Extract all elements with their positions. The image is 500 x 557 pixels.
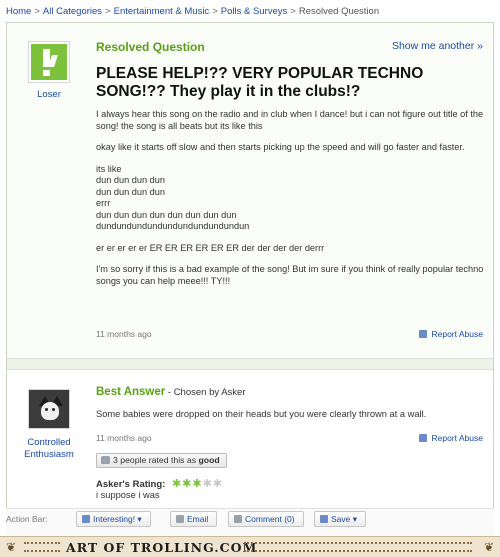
star-filled-icon: ✱ xyxy=(182,478,193,490)
chosen-by-label: - Chosen by Asker xyxy=(165,387,246,398)
rated-good-button[interactable]: 3 people rated this as good xyxy=(96,453,227,468)
rated-value: good xyxy=(198,455,220,465)
rating-comment: i suppose i was xyxy=(96,490,160,500)
report-abuse-label: Report Abuse xyxy=(431,433,483,443)
scroll-ornament-icon: ❦ xyxy=(6,540,17,554)
question-line: dundundundundundundundundundun xyxy=(96,221,250,231)
question-line: dun dun dun dun xyxy=(96,175,165,185)
interesting-label: Interesting! xyxy=(93,514,136,524)
question-section: Loser Resolved Question Show me another … xyxy=(7,23,493,358)
star-empty-icon: ✱ xyxy=(202,478,213,490)
breadcrumb-polls-link[interactable]: Polls & Surveys xyxy=(221,6,288,17)
chevron-down-icon: ▾ xyxy=(135,514,142,524)
breadcrumb-separator: > xyxy=(105,6,111,17)
rating-label: Asker's Rating: xyxy=(96,479,166,490)
question-line: errr xyxy=(96,198,111,208)
loser-logo-icon xyxy=(31,44,67,80)
action-bar-row: Action Bar: Interesting! ▾ Email Comment… xyxy=(6,508,494,538)
star-filled-icon: ✱ xyxy=(171,478,183,490)
question-paragraph: I always hear this song on the radio and… xyxy=(96,109,484,131)
best-answer-heading: Best Answer - Chosen by Asker xyxy=(96,386,246,398)
comment-icon xyxy=(234,515,242,523)
answer-timestamp: 11 months ago xyxy=(96,433,152,443)
thumbs-up-icon xyxy=(82,515,90,523)
answerer-name-line: Controlled xyxy=(27,437,71,448)
ornament-divider xyxy=(244,542,472,552)
breadcrumb-home-link[interactable]: Home xyxy=(6,6,31,17)
rating-stars: ✱✱✱✱✱ xyxy=(172,477,223,490)
page-frame: Loser Resolved Question Show me another … xyxy=(6,22,494,557)
cat-face-icon xyxy=(41,402,59,420)
breadcrumb-entertainment-link[interactable]: Entertainment & Music xyxy=(114,6,210,17)
star-filled-icon: ✱ xyxy=(192,478,203,490)
answer-text: Some babies were dropped on their heads … xyxy=(96,409,427,419)
email-button[interactable]: Email xyxy=(170,511,218,527)
flag-icon xyxy=(419,434,428,442)
interesting-button[interactable]: Interesting! ▾ xyxy=(76,511,151,527)
answerer-name-line: Enthusiasm xyxy=(24,449,74,460)
comment-label: Comment (0) xyxy=(245,514,295,524)
rated-prefix: 3 people rated this as xyxy=(113,455,199,465)
best-answer-label: Best Answer xyxy=(96,386,166,398)
question-paragraph: er er er er er ER ER ER ER ER ER der der… xyxy=(96,242,325,253)
question-line: its like xyxy=(96,163,122,174)
save-button[interactable]: Save ▾ xyxy=(314,511,367,527)
star-empty-icon: ✱ xyxy=(212,478,224,490)
section-divider xyxy=(7,358,493,370)
comment-button[interactable]: Comment (0) xyxy=(228,511,304,527)
breadcrumb: Home > All Categories > Entertainment & Musi… xyxy=(6,6,379,17)
chevron-down-icon: ▾ xyxy=(350,514,358,524)
watermark-footer: ❦ ART OF TROLLING.COM ❦ xyxy=(0,536,500,557)
breadcrumb-current: Resolved Question xyxy=(298,6,380,17)
email-label: Email xyxy=(187,514,209,524)
scroll-ornament-icon: ❦ xyxy=(483,540,494,554)
question-line: dun dun dun dun dun dun dun dun xyxy=(96,209,237,220)
asker-name[interactable]: Loser xyxy=(28,89,70,101)
question-timestamp: 11 months ago xyxy=(96,329,152,339)
question-title: PLEASE HELP!?? VERY POPULAR TECHNO SONG!… xyxy=(96,65,424,100)
cat-eye-icon xyxy=(45,408,48,411)
save-label: Save xyxy=(331,514,351,524)
resolved-question-label: Resolved Question xyxy=(96,40,205,54)
breadcrumb-separator: > xyxy=(212,6,218,17)
report-abuse-label: Report Abuse xyxy=(431,329,483,339)
answerer-name[interactable]: Controlled Enthusiasm xyxy=(15,437,83,461)
answer-report-abuse-link[interactable]: Report Abuse xyxy=(419,433,483,443)
envelope-icon xyxy=(176,515,184,523)
breadcrumb-separator: > xyxy=(290,6,296,17)
breadcrumb-all-categories-link[interactable]: All Categories xyxy=(43,6,102,17)
cat-eye-icon xyxy=(52,408,55,411)
question-paragraph: I'm so sorry if this is a bad example of… xyxy=(96,264,484,286)
question-body: I always hear this song on the radio and… xyxy=(96,109,488,297)
asker-avatar[interactable] xyxy=(28,41,70,83)
ornament-divider xyxy=(24,542,60,552)
question-paragraph: okay like it starts off slow and then st… xyxy=(96,142,465,152)
thumbs-up-icon xyxy=(101,456,110,464)
askers-rating: Asker's Rating: ✱✱✱✱✱ xyxy=(96,477,223,490)
answerer-avatar[interactable] xyxy=(28,389,70,429)
site-watermark: ART OF TROLLING.COM xyxy=(66,540,258,555)
question-lines: its like dun dun dun dun dun dun dun dun… xyxy=(96,164,488,233)
breadcrumb-separator: > xyxy=(34,6,40,17)
flag-icon xyxy=(419,330,428,338)
plus-icon xyxy=(320,515,328,523)
action-bar-label: Action Bar: xyxy=(6,514,48,524)
question-report-abuse-link[interactable]: Report Abuse xyxy=(419,329,483,339)
question-line: dun dun dun dun xyxy=(96,186,165,197)
show-another-link[interactable]: Show me another » xyxy=(392,40,483,52)
